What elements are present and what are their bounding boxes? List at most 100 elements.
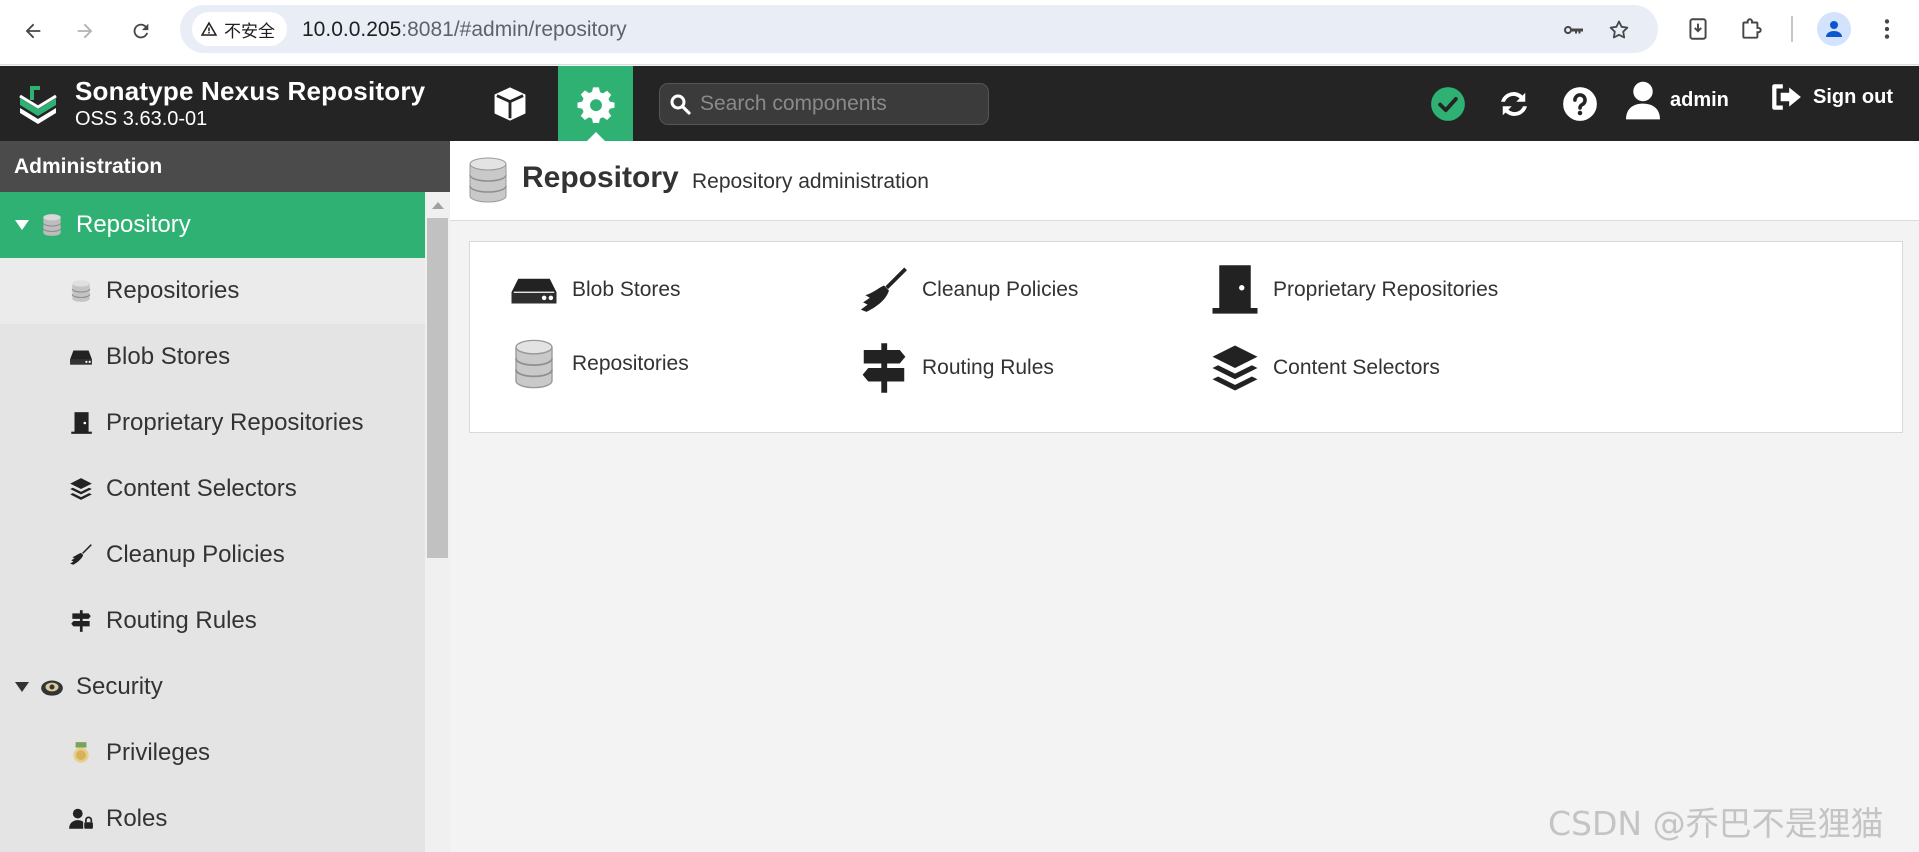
browser-menu-button[interactable] xyxy=(1872,14,1902,44)
download-icon xyxy=(1689,18,1707,40)
star-icon xyxy=(1609,20,1629,39)
forward-button[interactable] xyxy=(67,13,103,49)
layers-icon xyxy=(66,474,96,504)
user-account-button[interactable]: admin xyxy=(1626,80,1729,120)
watermark: CSDN @乔巴不是狸猫 xyxy=(1548,804,1884,843)
check-circle-icon xyxy=(1431,87,1465,121)
search-components-input[interactable] xyxy=(700,92,988,116)
signpost-icon xyxy=(856,340,912,396)
user-label: admin xyxy=(1670,88,1729,111)
sidebar-item-repositories[interactable]: Repositories xyxy=(0,258,425,324)
puzzle-icon xyxy=(1742,18,1762,39)
password-key-button[interactable] xyxy=(1560,17,1586,43)
signpost-icon xyxy=(66,606,96,636)
profile-avatar[interactable] xyxy=(1817,12,1851,46)
reload-icon xyxy=(133,23,149,39)
sign-out-button[interactable]: Sign out xyxy=(1769,80,1893,114)
sidebar-item-privileges[interactable]: Privileges xyxy=(0,720,425,786)
feature-label: Content Selectors xyxy=(1273,356,1440,379)
security-label: 不安全 xyxy=(224,21,275,41)
medal-icon xyxy=(66,738,96,768)
feature-label: Routing Rules xyxy=(922,356,1054,379)
brand-version: OSS 3.63.0-01 xyxy=(75,108,208,130)
sidebar-item-label: Blob Stores xyxy=(106,343,231,370)
refresh-button[interactable] xyxy=(1494,84,1534,124)
sidebar-item-cleanup-policies[interactable]: Cleanup Policies xyxy=(0,522,425,588)
broom-icon xyxy=(856,262,912,318)
database-icon xyxy=(506,336,562,392)
sidebar-item-roles[interactable]: Roles xyxy=(0,786,425,852)
feature-blob-stores[interactable]: Blob Stores xyxy=(506,262,681,318)
broom-icon xyxy=(66,540,96,570)
help-button[interactable] xyxy=(1560,84,1600,124)
url-path: :8081/#admin/repository xyxy=(401,18,627,41)
warning-icon xyxy=(200,21,218,36)
url-text[interactable]: 10.0.0.205:8081/#admin/repository xyxy=(302,18,627,42)
sidebar-item-security[interactable]: Security xyxy=(0,654,425,720)
toolbar-separator xyxy=(1791,16,1793,42)
feature-label: Cleanup Policies xyxy=(922,278,1079,301)
person-icon xyxy=(1826,21,1842,37)
download-button[interactable] xyxy=(1683,14,1713,44)
door-icon xyxy=(66,408,96,438)
feature-content-selectors[interactable]: Content Selectors xyxy=(1207,340,1440,396)
sidebar-item-repository[interactable]: Repository xyxy=(0,192,425,258)
bookmark-star-button[interactable] xyxy=(1606,17,1632,43)
key-icon xyxy=(1563,25,1583,34)
sidebar-item-label: Security xyxy=(76,673,163,700)
user-icon xyxy=(1626,81,1660,120)
security-chip[interactable]: 不安全 xyxy=(192,12,287,46)
extensions-button[interactable] xyxy=(1737,14,1767,44)
page-title: Repository xyxy=(522,161,679,194)
door-icon xyxy=(1207,262,1263,318)
sidebar-item-label: Content Selectors xyxy=(106,475,297,502)
admin-mode-button[interactable] xyxy=(558,66,633,141)
feature-routing-rules[interactable]: Routing Rules xyxy=(856,340,1054,396)
sidebar-item-blob-stores[interactable]: Blob Stores xyxy=(0,324,425,390)
back-button[interactable] xyxy=(15,13,51,49)
feature-proprietary-repositories[interactable]: Proprietary Repositories xyxy=(1207,262,1498,318)
sidebar-item-label: Repositories xyxy=(106,277,240,304)
browser-toolbar: 不安全 10.0.0.205:8081/#admin/repository xyxy=(0,0,1919,65)
scrollbar-thumb[interactable] xyxy=(427,218,448,558)
reload-button[interactable] xyxy=(123,13,159,49)
database-icon xyxy=(469,157,507,203)
layers-icon xyxy=(1207,340,1263,396)
arrow-left-icon xyxy=(25,23,41,39)
sign-out-icon xyxy=(1772,84,1801,110)
search-components-box[interactable] xyxy=(659,83,989,125)
feature-repositories[interactable]: Repositories xyxy=(506,336,689,392)
feature-cleanup-policies[interactable]: Cleanup Policies xyxy=(856,262,1078,318)
sidebar-item-routing-rules[interactable]: Routing Rules xyxy=(0,588,425,654)
expand-caret-icon[interactable] xyxy=(15,220,29,230)
browse-mode-button[interactable] xyxy=(472,66,547,141)
page-header: Repository Repository administration xyxy=(450,141,1919,221)
sidebar-item-label: Repository xyxy=(76,211,191,238)
hdd-icon xyxy=(506,262,562,318)
more-vert-icon xyxy=(1884,19,1890,39)
security-badge-icon xyxy=(37,672,67,702)
feature-label: Proprietary Repositories xyxy=(1273,278,1499,301)
database-icon xyxy=(37,210,67,240)
search-icon xyxy=(670,94,691,115)
sidebar-scrollbar[interactable] xyxy=(425,192,450,852)
cube-icon xyxy=(494,86,525,121)
hdd-icon xyxy=(66,342,96,372)
brand-name: Sonatype Nexus Repository xyxy=(75,76,426,106)
feature-label: Repositories xyxy=(572,352,689,375)
sidebar-item-content-selectors[interactable]: Content Selectors xyxy=(0,456,425,522)
scroll-up-arrow-icon[interactable] xyxy=(432,202,444,209)
address-bar[interactable]: 不安全 10.0.0.205:8081/#admin/repository xyxy=(180,5,1658,53)
sidebar-item-label: Cleanup Policies xyxy=(106,541,285,568)
sidebar-tree: Repository Repositories Blob Stores Prop… xyxy=(0,192,425,852)
sidebar-title: Administration xyxy=(0,141,450,192)
app-header: Sonatype Nexus Repository OSS 3.63.0-01 … xyxy=(0,66,1919,141)
admin-sidebar: Administration Repository Repositories B… xyxy=(0,141,450,852)
system-status-button[interactable] xyxy=(1428,84,1468,124)
sign-out-label: Sign out xyxy=(1813,85,1893,108)
database-icon xyxy=(66,276,96,306)
sidebar-item-proprietary-repositories[interactable]: Proprietary Repositories xyxy=(0,390,425,456)
feature-panel: Blob Stores Cleanup Policies Proprietary… xyxy=(469,241,1903,433)
sidebar-item-label: Proprietary Repositories xyxy=(106,409,364,436)
expand-caret-icon[interactable] xyxy=(15,682,29,692)
